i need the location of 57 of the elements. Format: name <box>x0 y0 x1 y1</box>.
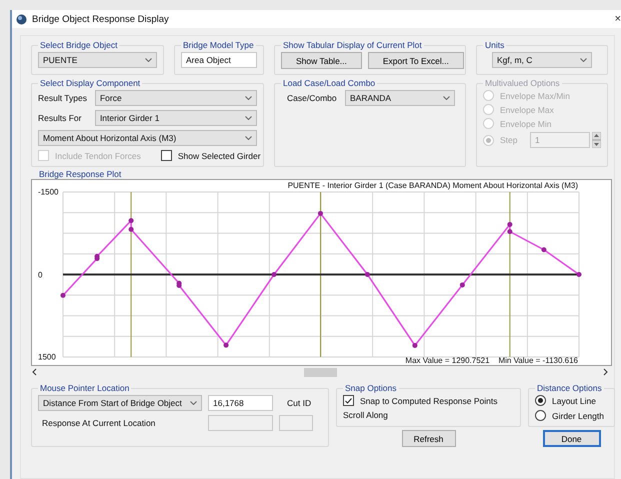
text-field[interactable]: Area Object <box>181 52 257 68</box>
plot-title: PUENTE - Interior Girder 1 (Case BARANDA) Moment About Horizontal Axis (M3) <box>288 181 578 190</box>
checkbox[interactable] <box>160 150 172 161</box>
button[interactable]: Refresh <box>402 430 456 447</box>
dropdown[interactable]: Force <box>94 90 257 106</box>
group-label: Bridge Model Type <box>182 40 255 50</box>
spin-buttons-icon[interactable] <box>592 132 601 148</box>
dropdown[interactable]: Moment About Horizontal Axis (M3) <box>38 130 257 146</box>
group-label: Show Tabular Display of Current Plot <box>282 40 423 50</box>
response-field[interactable] <box>208 415 273 431</box>
distance-field[interactable]: 16,1768 <box>208 395 273 411</box>
group-label: Select Display Component <box>39 78 142 88</box>
option-label: Scroll Along <box>343 410 389 420</box>
scroll-thumb[interactable] <box>304 368 336 376</box>
checkbox-label: Show Selected Girder <box>178 150 261 160</box>
dropdown[interactable]: Distance From Start of Bridge Object <box>38 395 202 411</box>
dropdown[interactable]: Kgf, m, C <box>492 52 592 68</box>
checkbox-label: Include Tendon Forces <box>55 150 141 160</box>
radio-label: Envelope Max/Min <box>500 90 570 100</box>
radio-label: Envelope Max <box>500 104 554 114</box>
group-label: Mouse Pointer Location <box>39 383 130 393</box>
button[interactable]: Show Table... <box>281 52 362 69</box>
dropdown[interactable]: PUENTE <box>38 52 157 68</box>
chevron-left-icon[interactable] <box>31 368 39 376</box>
radio-label: Envelope Min <box>500 118 552 128</box>
field-label: Response At Current Location <box>41 418 156 428</box>
app-icon <box>16 14 27 24</box>
radio-button[interactable] <box>535 395 546 406</box>
dropdown[interactable]: BARANDA <box>345 90 455 106</box>
axis-tick-label: 0 <box>38 270 42 279</box>
radio-label: Layout Line <box>552 396 596 406</box>
group-label: Units <box>484 40 506 50</box>
group-label: Snap Options <box>344 383 398 393</box>
window-title: Bridge Object Response Display <box>32 14 170 24</box>
value-summary: Max Value = 1290.7521 Min Value = -1130.616 <box>405 356 578 365</box>
dropdown[interactable]: Interior Girder 1 <box>94 110 257 126</box>
field-label: Cut ID <box>287 398 312 408</box>
group-label: Select Bridge Object <box>39 40 118 50</box>
radio-label: Girder Length <box>552 410 604 420</box>
group-label: Load Case/Load Combo <box>282 78 376 88</box>
button[interactable]: Export To Excel... <box>368 52 464 69</box>
field-label: Results For <box>38 113 82 123</box>
close-button[interactable]: × <box>614 13 621 25</box>
group-label: Distance Options <box>536 383 603 393</box>
radio-button[interactable] <box>535 410 546 421</box>
checkbox-label: Snap to Computed Response Points <box>360 396 498 406</box>
group-label: Bridge Response Plot <box>38 169 122 179</box>
field-label: Case/Combo <box>287 93 338 103</box>
axis-tick-label: 1500 <box>38 352 56 362</box>
button[interactable]: Done <box>542 430 600 447</box>
cut-id-field[interactable] <box>279 415 313 431</box>
chevron-right-icon[interactable] <box>601 368 609 376</box>
group-label: Multivalued Options <box>484 78 561 88</box>
axis-tick-label: -1500 <box>38 188 58 196</box>
checkbox[interactable] <box>343 395 354 406</box>
field-label: Result Types <box>38 93 88 103</box>
radio-label: Step <box>500 135 518 145</box>
